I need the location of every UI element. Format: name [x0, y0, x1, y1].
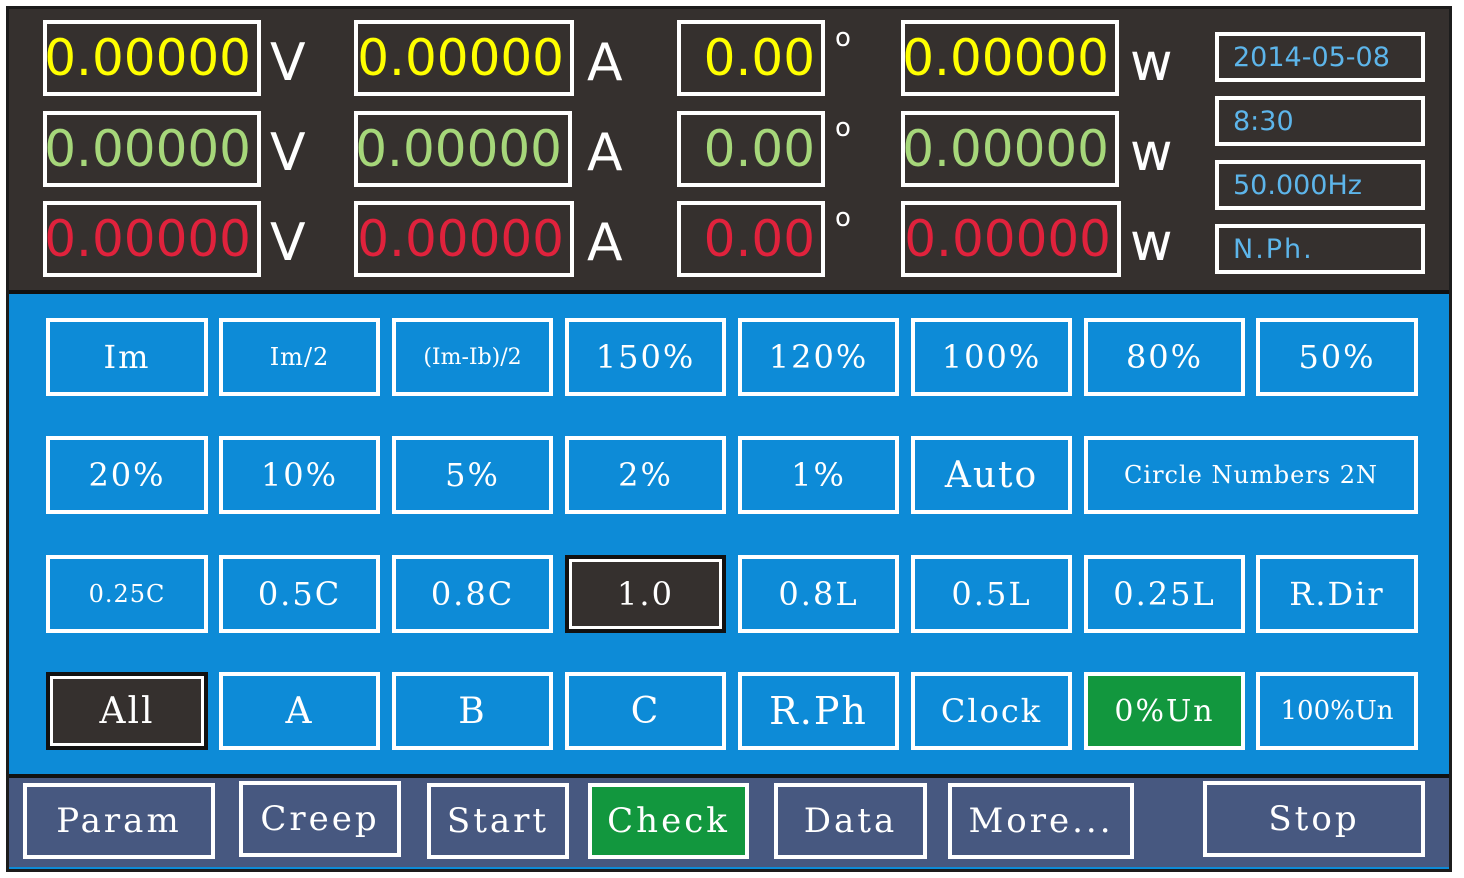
power-unit: w [1130, 123, 1173, 183]
reverse-direction-button[interactable]: R.Dir [1256, 555, 1418, 633]
pf-10-button[interactable]: 1.0 [565, 555, 726, 633]
current-unit: A [587, 123, 623, 183]
phase-a-button[interactable]: A [219, 672, 380, 750]
voltage-0-un-button[interactable]: 0%Un [1084, 672, 1245, 750]
current-2-button[interactable]: 2% [565, 436, 726, 514]
current-20-button[interactable]: 20% [46, 436, 208, 514]
more-button[interactable]: More... [948, 783, 1134, 859]
current-phase-c: 0.00000 [354, 201, 574, 277]
current-phase-a: 0.00000 [354, 20, 574, 96]
phase-c-button[interactable]: C [565, 672, 726, 750]
phase-all-button[interactable]: All [46, 672, 208, 750]
measurement-panel: 0.00000 V 0.00000 A 0.00 o 0.00000 w 0.0… [9, 9, 1449, 294]
power-unit: w [1130, 213, 1173, 273]
phase-b-button[interactable]: B [392, 672, 553, 750]
power-phase-a: 0.00000 [901, 20, 1119, 96]
angle-phase-c: 0.00 [677, 201, 825, 277]
data-button[interactable]: Data [774, 783, 927, 859]
current-im-half-button[interactable]: Im/2 [219, 318, 380, 396]
pf-025c-button[interactable]: 0.25C [46, 555, 208, 633]
current-im-button[interactable]: Im [46, 318, 208, 396]
clock-button[interactable]: Clock [911, 672, 1072, 750]
current-unit: A [587, 213, 623, 273]
frequency-display: 50.000Hz [1215, 160, 1425, 210]
current-im-ib-half-button[interactable]: (Im-Ib)/2 [392, 318, 553, 396]
circle-numbers-button[interactable]: Circle Numbers 2N [1084, 436, 1418, 514]
pf-08l-button[interactable]: 0.8L [738, 555, 899, 633]
voltage-100-un-button[interactable]: 100%Un [1256, 672, 1418, 750]
power-unit: w [1130, 33, 1173, 93]
current-10-button[interactable]: 10% [219, 436, 380, 514]
voltage-phase-a: 0.00000 [43, 20, 261, 96]
voltage-unit: V [270, 123, 306, 183]
pf-05l-button[interactable]: 0.5L [911, 555, 1072, 633]
creep-button[interactable]: Creep [239, 781, 401, 857]
voltage-phase-b: 0.00000 [43, 111, 261, 187]
current-1-button[interactable]: 1% [738, 436, 899, 514]
power-phase-c: 0.00000 [901, 201, 1121, 277]
check-button[interactable]: Check [588, 783, 749, 859]
degree-symbol: o [835, 113, 851, 143]
param-button[interactable]: Param [23, 783, 215, 859]
reverse-phase-button[interactable]: R.Ph [738, 672, 899, 750]
degree-symbol: o [835, 203, 851, 233]
voltage-unit: V [270, 213, 306, 273]
date-display: 2014-05-08 [1215, 32, 1425, 82]
pf-025l-button[interactable]: 0.25L [1084, 555, 1245, 633]
voltage-phase-c: 0.00000 [43, 201, 261, 277]
pf-08c-button[interactable]: 0.8C [392, 555, 553, 633]
current-unit: A [587, 33, 623, 93]
current-phase-b: 0.00000 [354, 111, 572, 187]
degree-symbol: o [835, 23, 851, 53]
current-120-button[interactable]: 120% [738, 318, 899, 396]
current-100-button[interactable]: 100% [911, 318, 1072, 396]
angle-phase-b: 0.00 [677, 111, 825, 187]
angle-phase-a: 0.00 [677, 20, 825, 96]
stop-button[interactable]: Stop [1203, 781, 1425, 857]
auto-button[interactable]: Auto [911, 436, 1072, 514]
current-50-button[interactable]: 50% [1256, 318, 1418, 396]
mode-display: N.Ph. [1215, 224, 1425, 274]
current-80-button[interactable]: 80% [1084, 318, 1245, 396]
pf-05c-button[interactable]: 0.5C [219, 555, 380, 633]
current-150-button[interactable]: 150% [565, 318, 726, 396]
current-5-button[interactable]: 5% [392, 436, 553, 514]
time-display: 8:30 [1215, 96, 1425, 146]
power-phase-b: 0.00000 [901, 111, 1119, 187]
voltage-unit: V [270, 33, 306, 93]
start-button[interactable]: Start [427, 783, 569, 859]
